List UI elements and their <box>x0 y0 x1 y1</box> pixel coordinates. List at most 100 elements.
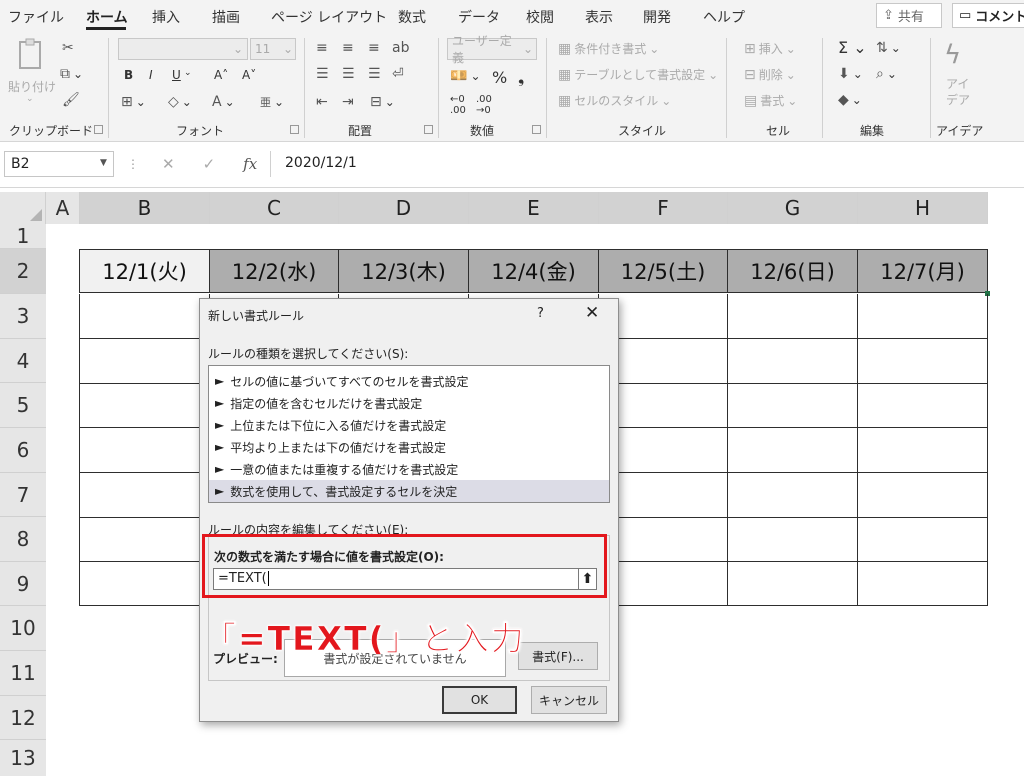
cell-styles-button[interactable]: ▦ セルのスタイル ⌄ <box>558 92 671 109</box>
bold-button[interactable]: B <box>124 68 133 82</box>
fill-icon[interactable]: ⬇ ⌄ <box>838 66 863 82</box>
drag-handle-icon[interactable]: ⋮ <box>127 157 139 171</box>
tab-help[interactable]: ヘルプ <box>703 7 745 27</box>
rule-type-item[interactable]: ► 一意の値または重複する値だけを書式設定 <box>209 458 609 480</box>
align-right-icon[interactable]: ☰ <box>368 66 381 82</box>
paste-button[interactable]: 貼り付け <box>8 78 56 95</box>
tab-home[interactable]: ホーム <box>86 7 128 27</box>
rule-type-text: 一意の値または重複する値だけを書式設定 <box>230 462 459 477</box>
bottom-align-icon[interactable]: ≡ <box>368 40 380 56</box>
paste-dropdown-icon[interactable]: ⌄ <box>26 94 34 104</box>
format-painter-icon[interactable]: 🖌 <box>62 92 80 108</box>
align-center-icon[interactable]: ☰ <box>342 66 355 82</box>
orientation-icon[interactable]: ab <box>392 40 409 56</box>
font-launcher-icon[interactable] <box>290 125 299 134</box>
format-as-table-button[interactable]: ▦ テーブルとして書式設定 ⌄ <box>558 66 718 83</box>
ideas-button[interactable]: アイデア <box>946 76 970 108</box>
comment-icon: ▭ <box>959 8 972 23</box>
font-name-select[interactable]: ⌄ <box>118 38 248 60</box>
conditional-formatting-icon: ▦ <box>558 40 572 57</box>
tab-review[interactable]: 校閲 <box>526 7 554 27</box>
format-cells-label: 書式 <box>760 94 785 108</box>
insert-cells-label: 挿入 <box>758 42 783 56</box>
tab-formulas[interactable]: 数式 <box>398 7 426 27</box>
underline-dropdown-icon[interactable]: ⌄ <box>184 68 192 78</box>
sort-filter-icon[interactable]: ⇅ ⌄ <box>876 40 901 56</box>
name-box-dropdown-icon[interactable]: ▼ <box>100 158 107 168</box>
currency-icon[interactable]: 💴 ⌄ <box>450 68 481 84</box>
copy-icon[interactable]: ⧉ ⌄ <box>60 66 83 82</box>
group-divider <box>726 38 727 138</box>
comma-icon[interactable]: ❟ <box>518 68 524 88</box>
delete-cells-icon: ⊟ <box>744 66 756 83</box>
font-size-select[interactable]: 11 ⌄ <box>250 38 296 60</box>
borders-icon[interactable]: ⊞ ⌄ <box>121 94 146 110</box>
rule-type-item[interactable]: ► 平均より上または下の値だけを書式設定 <box>209 436 609 458</box>
cancel-button[interactable]: キャンセル <box>531 686 607 714</box>
rule-type-item[interactable]: ► 上位または下位に入る値だけを書式設定 <box>209 414 609 436</box>
tab-file[interactable]: ファイル <box>8 7 64 27</box>
italic-button[interactable]: I <box>149 68 153 82</box>
rule-type-text: 指定の値を含むセルだけを書式設定 <box>230 396 423 411</box>
decrease-font-icon[interactable]: A˅ <box>242 68 256 82</box>
percent-icon[interactable]: % <box>492 68 507 87</box>
decrease-indent-icon[interactable]: ⇤ <box>316 94 328 110</box>
fill-color-icon[interactable]: ◇ ⌄ <box>168 94 192 110</box>
number-format-select[interactable]: ユーザー定義 ⌄ <box>447 34 537 65</box>
ideas-group-label: アイデア <box>936 124 984 138</box>
enter-icon[interactable]: ✓ <box>203 155 216 173</box>
rule-type-item[interactable]: ► 指定の値を含むセルだけを書式設定 <box>209 392 609 414</box>
number-launcher-icon[interactable] <box>532 125 541 134</box>
tab-view[interactable]: 表示 <box>585 7 613 27</box>
group-divider <box>438 38 439 138</box>
instruction-callout: 「=TEXT(」と入力 <box>203 619 526 659</box>
tab-developer[interactable]: 開発 <box>643 7 671 27</box>
middle-align-icon[interactable]: ≡ <box>342 40 354 56</box>
insert-cells-button[interactable]: ⊞ 挿入 ⌄ <box>744 40 796 57</box>
help-icon[interactable]: ? <box>537 306 544 321</box>
tab-data[interactable]: データ <box>458 7 500 27</box>
cell-styles-icon: ▦ <box>558 92 572 109</box>
underline-button[interactable]: U <box>172 68 181 82</box>
alignment-launcher-icon[interactable] <box>424 125 433 134</box>
tab-draw[interactable]: 描画 <box>212 7 240 27</box>
name-box[interactable]: B2 <box>4 151 114 177</box>
rule-type-item-selected[interactable]: ► 数式を使用して、書式設定するセルを決定 <box>209 480 609 502</box>
format-cells-button[interactable]: ▤ 書式 ⌄ <box>744 92 797 109</box>
close-icon[interactable]: ✕ <box>585 303 599 323</box>
rule-type-label: ルールの種類を選択してください(S): <box>208 347 409 361</box>
top-align-icon[interactable]: ≡ <box>316 40 328 56</box>
increase-decimal-icon[interactable]: ←0.00 <box>450 94 466 116</box>
decrease-decimal-icon[interactable]: .00 →0 <box>476 94 492 116</box>
format-button[interactable]: 書式(F)... <box>518 642 598 670</box>
align-left-icon[interactable]: ☰ <box>316 66 329 82</box>
delete-cells-button[interactable]: ⊟ 削除 ⌄ <box>744 66 796 83</box>
share-icon: ⇪ <box>883 8 894 23</box>
rule-type-text: セルの値に基づいてすべてのセルを書式設定 <box>230 374 469 389</box>
comment-button[interactable]: ▭ コメント <box>952 3 1024 28</box>
wrap-text-icon[interactable]: ⏎ <box>392 66 404 82</box>
cut-icon[interactable]: ✂ <box>62 40 74 56</box>
tab-insert[interactable]: 挿入 <box>152 7 180 27</box>
rule-type-item[interactable]: ► セルの値に基づいてすべてのセルを書式設定 <box>209 370 609 392</box>
share-button[interactable]: ⇪ 共有 <box>876 3 942 28</box>
rule-type-list[interactable]: ► セルの値に基づいてすべてのセルを書式設定 ► 指定の値を含むセルだけを書式設定 … <box>208 365 610 503</box>
font-color-icon[interactable]: A ⌄ <box>212 94 235 110</box>
find-select-icon[interactable]: ⌕ ⌄ <box>876 66 897 82</box>
group-divider <box>546 38 547 138</box>
insert-function-icon[interactable]: fx <box>243 155 257 173</box>
clear-icon[interactable]: ◆ ⌄ <box>838 92 862 108</box>
autosum-icon[interactable]: Σ ⌄ <box>838 38 867 57</box>
group-divider <box>930 38 931 138</box>
increase-indent-icon[interactable]: ⇥ <box>342 94 354 110</box>
merge-center-icon[interactable]: ⊟ ⌄ <box>370 94 395 110</box>
clipboard-launcher-icon[interactable] <box>94 125 103 134</box>
paste-icon <box>16 38 46 72</box>
phonetic-icon[interactable]: 亜 ⌄ <box>260 94 284 110</box>
ok-button[interactable]: OK <box>442 686 517 714</box>
tab-page-layout[interactable]: ページ レイアウト <box>271 7 387 27</box>
formula-input[interactable]: 2020/12/1 <box>270 151 1020 177</box>
cancel-icon[interactable]: ✕ <box>162 155 175 173</box>
increase-font-icon[interactable]: A˄ <box>214 68 228 82</box>
conditional-formatting-button[interactable]: ▦ 条件付き書式 ⌄ <box>558 40 659 57</box>
